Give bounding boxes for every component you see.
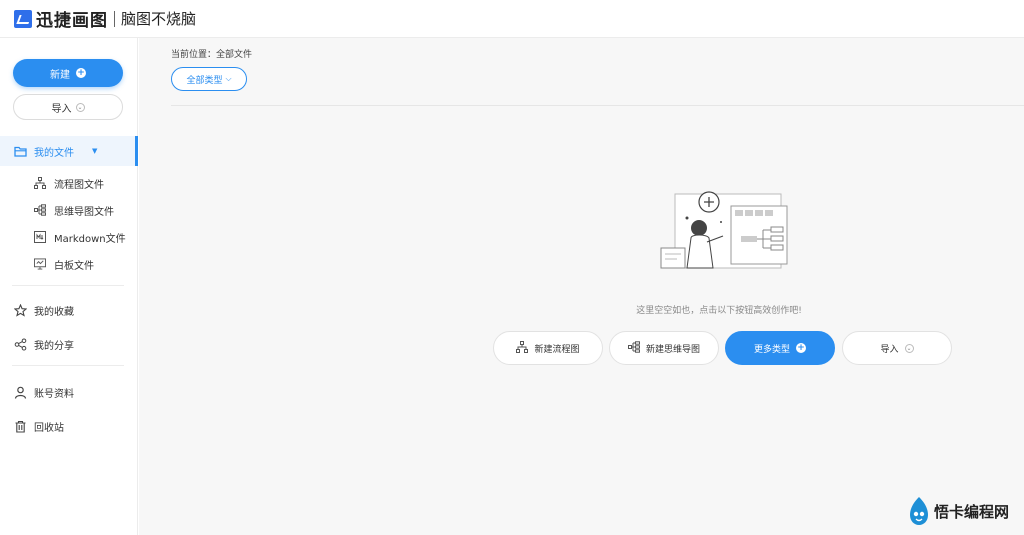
sidebar-subitem-whiteboard[interactable]: 白板文件 — [34, 253, 94, 275]
breadcrumb: 当前位置：全部文件 — [171, 50, 253, 60]
logo-separator — [114, 10, 115, 27]
plus-icon: + — [796, 343, 806, 353]
sidebar-subitem-label: 白板文件 — [54, 260, 94, 272]
app-header: 迅捷画图 脑图不烧脑 — [0, 0, 1024, 38]
new-button[interactable]: 新建 + — [13, 59, 123, 87]
watermark: 悟卡编程网 — [908, 491, 1018, 531]
sidebar-item-label: 我的文件 — [34, 147, 74, 159]
sidebar-item-label: 回收站 — [34, 422, 64, 434]
caret-down-icon[interactable]: ▼ — [92, 147, 97, 155]
main-content: 当前位置：全部文件 全部类型 ⌵ 这里空空如也，点击以下按钮高效创作吧! 新建流… — [139, 38, 1024, 535]
sidebar-item-account[interactable]: 账号资料 — [0, 377, 138, 407]
plus-icon: + — [76, 68, 86, 78]
empty-state-illustration — [660, 191, 788, 269]
sidebar-divider — [12, 365, 124, 366]
sidebar-subitem-label: Markdown文件 — [54, 233, 126, 245]
trash-icon — [13, 419, 27, 433]
new-mindmap-label: 新建思维导图 — [645, 344, 700, 355]
watermark-text: 悟卡编程网 — [934, 502, 1010, 521]
import-action-label: 导入 — [880, 344, 899, 355]
type-filter-label: 全部类型 — [186, 75, 223, 86]
markdown-icon — [34, 231, 46, 243]
more-types-button[interactable]: 更多类型 + — [725, 331, 835, 365]
empty-state-text: 这里空空如也，点击以下按钮高效创作吧! — [636, 306, 802, 316]
import-button[interactable]: 导入 ⌄ — [13, 94, 123, 120]
sidebar-item-label: 账号资料 — [34, 388, 74, 400]
new-flowchart-label: 新建流程图 — [534, 344, 580, 355]
logo-slogan: 脑图不烧脑 — [121, 10, 197, 28]
new-button-label: 新建 — [50, 69, 70, 81]
chevron-down-icon: ⌄ — [75, 102, 85, 112]
type-filter-dropdown[interactable]: 全部类型 ⌵ — [171, 67, 247, 91]
chevron-down-icon: ⌵ — [225, 74, 232, 83]
sidebar-item-favorites[interactable]: 我的收藏 — [0, 295, 138, 325]
share-icon — [13, 337, 27, 351]
flowchart-icon — [516, 340, 529, 356]
mindmap-icon — [627, 340, 640, 356]
sidebar: 新建 + 导入 ⌄ 我的文件 ▼ 流程图文件 思维导图文件 Markdown文件 — [0, 38, 138, 535]
content-divider — [171, 105, 1024, 106]
sidebar-item-my-files[interactable]: 我的文件 ▼ — [0, 136, 138, 166]
user-icon — [13, 385, 27, 399]
logo-icon[interactable] — [14, 9, 32, 28]
sidebar-divider — [12, 285, 124, 286]
more-types-label: 更多类型 — [753, 344, 790, 355]
sidebar-subitem-label: 流程图文件 — [54, 179, 104, 191]
new-mindmap-button[interactable]: 新建思维导图 — [609, 331, 719, 365]
mindmap-icon — [34, 204, 46, 216]
flowchart-icon — [34, 177, 46, 189]
sidebar-item-shares[interactable]: 我的分享 — [0, 329, 138, 359]
sidebar-subitem-mindmap[interactable]: 思维导图文件 — [34, 199, 114, 221]
star-icon — [13, 303, 27, 317]
import-button-label: 导入 — [51, 103, 72, 115]
whiteboard-icon — [34, 258, 46, 270]
new-flowchart-button[interactable]: 新建流程图 — [493, 331, 603, 365]
sidebar-subitem-label: 思维导图文件 — [54, 206, 114, 218]
sidebar-subitem-markdown[interactable]: Markdown文件 — [34, 226, 126, 248]
sidebar-subitem-flowchart[interactable]: 流程图文件 — [34, 172, 104, 194]
chevron-down-icon: ⌄ — [904, 343, 914, 353]
folder-icon — [13, 144, 27, 158]
sidebar-item-recycle[interactable]: 回收站 — [0, 411, 138, 441]
watermark-logo-icon — [910, 497, 928, 525]
logo-text[interactable]: 迅捷画图 — [36, 6, 108, 31]
sidebar-item-label: 我的收藏 — [34, 306, 74, 318]
sidebar-item-label: 我的分享 — [34, 340, 74, 352]
import-action-button[interactable]: 导入 ⌄ — [842, 331, 952, 365]
